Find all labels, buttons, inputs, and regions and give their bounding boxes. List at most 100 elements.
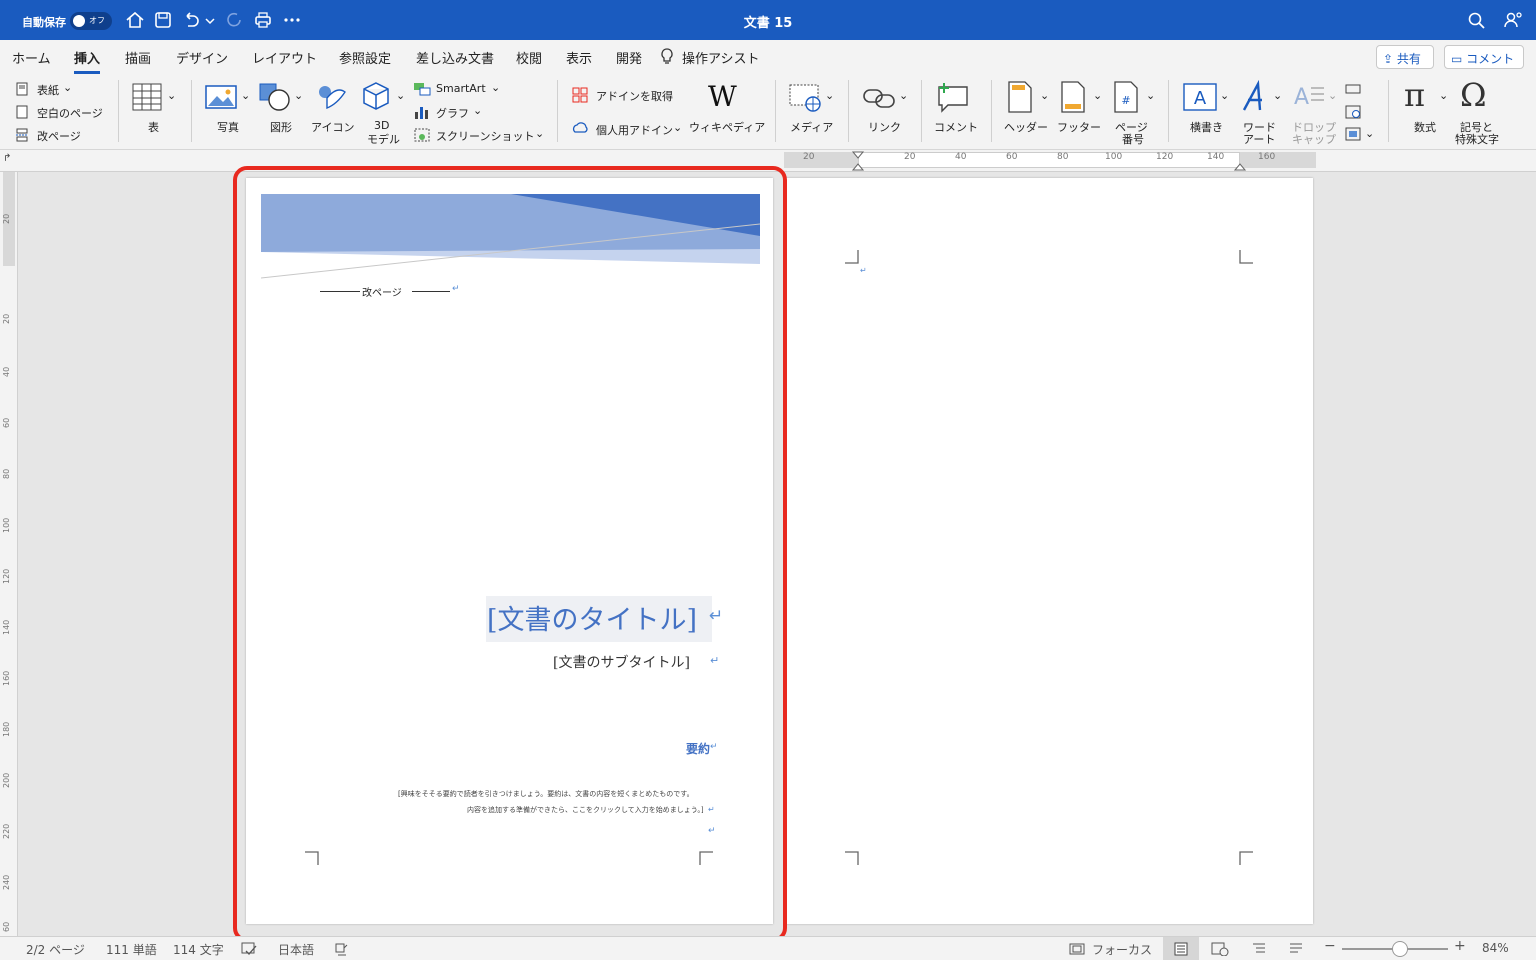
equation-icon[interactable]: π xyxy=(1404,76,1425,114)
zoom-in-button[interactable]: + xyxy=(1454,938,1466,954)
textbox-dropdown-icon[interactable]: ⌄ xyxy=(1220,89,1229,102)
more-icon[interactable] xyxy=(281,10,303,30)
link-icon[interactable] xyxy=(862,84,896,112)
textbox-icon[interactable]: A xyxy=(1182,82,1218,112)
picture-icon[interactable] xyxy=(205,84,237,112)
print-icon[interactable] xyxy=(252,10,274,30)
screenshot-button[interactable]: スクリーンショット xyxy=(436,128,534,144)
page-number-icon[interactable]: # xyxy=(1112,80,1140,114)
tab-review[interactable]: 校閲 xyxy=(516,48,542,67)
ruler-tick: 140 xyxy=(1207,152,1225,162)
ruler-tick: 120 xyxy=(2,568,11,584)
picture-dropdown-icon[interactable]: ⌄ xyxy=(241,89,250,102)
media-dropdown-icon[interactable]: ⌄ xyxy=(825,89,834,102)
link-dropdown-icon[interactable]: ⌄ xyxy=(899,89,908,102)
page-2[interactable]: ↵ xyxy=(786,178,1313,924)
tab-layout[interactable]: レイアウト xyxy=(252,48,317,67)
tab-developer[interactable]: 開発 xyxy=(616,48,642,67)
cover-page-button[interactable]: 表紙 xyxy=(37,82,59,98)
shapes-dropdown-icon[interactable]: ⌄ xyxy=(294,89,303,102)
undo-icon[interactable] xyxy=(180,10,202,30)
chart-dropdown-icon[interactable]: ⌄ xyxy=(473,104,482,117)
drop-cap-dropdown-icon[interactable]: ⌄ xyxy=(1328,89,1337,102)
shapes-icon[interactable] xyxy=(259,82,291,112)
3d-model-icon[interactable] xyxy=(360,80,392,112)
right-indent-marker-icon[interactable] xyxy=(1234,150,1246,172)
autosave-toggle[interactable]: オフ xyxy=(70,12,112,30)
save-icon[interactable] xyxy=(152,10,174,30)
home-icon[interactable] xyxy=(124,10,146,30)
textbox-label: 横書き xyxy=(1190,121,1223,134)
ruler-tick: 120 xyxy=(1156,152,1174,162)
smartart-button[interactable]: SmartArt xyxy=(436,82,486,95)
page-count[interactable]: 2/2 ページ xyxy=(26,941,85,958)
vertical-ruler[interactable]: 20 20 40 60 80 100 120 140 160 180 200 2… xyxy=(0,172,18,936)
wikipedia-icon[interactable]: W xyxy=(708,80,737,113)
zoom-out-button[interactable]: − xyxy=(1324,938,1336,954)
blank-page-button[interactable]: 空白のページ xyxy=(37,105,103,121)
page-break-button[interactable]: 改ページ xyxy=(37,128,81,144)
redo-icon[interactable] xyxy=(224,10,246,30)
zoom-level[interactable]: 84% xyxy=(1482,941,1509,955)
search-icon[interactable] xyxy=(1466,10,1488,30)
screenshot-dropdown-icon[interactable]: ⌄ xyxy=(535,127,544,140)
equation-dropdown-icon[interactable]: ⌄ xyxy=(1439,89,1448,102)
proofing-icon[interactable] xyxy=(241,942,257,956)
language-indicator[interactable]: 日本語 xyxy=(278,941,314,958)
tab-references[interactable]: 参照設定 xyxy=(339,48,391,67)
tab-design[interactable]: デザイン xyxy=(176,48,228,67)
my-addins-dropdown-icon[interactable]: ⌄ xyxy=(673,121,682,134)
screenshot-icon xyxy=(414,128,430,142)
tab-insert[interactable]: 挿入 xyxy=(74,48,101,74)
tab-stop-selector[interactable]: ↱ xyxy=(3,153,11,164)
table-dropdown-icon[interactable]: ⌄ xyxy=(167,89,176,102)
tab-view[interactable]: 表示 xyxy=(566,48,592,67)
blank-page-icon xyxy=(16,105,28,119)
signature-line-icon[interactable] xyxy=(1344,82,1362,96)
3d-model-dropdown-icon[interactable]: ⌄ xyxy=(396,89,405,102)
separator xyxy=(991,80,992,142)
wordart-dropdown-icon[interactable]: ⌄ xyxy=(1273,89,1282,102)
icons-icon[interactable] xyxy=(315,82,347,112)
object-dropdown-icon[interactable]: ⌄ xyxy=(1365,127,1374,140)
drop-cap-icon[interactable]: A xyxy=(1292,80,1326,114)
tell-me-assist[interactable]: 操作アシスト xyxy=(682,48,759,67)
tab-home[interactable]: ホーム xyxy=(12,48,51,67)
accessibility-icon[interactable] xyxy=(334,942,348,956)
focus-button[interactable]: フォーカス xyxy=(1092,941,1152,958)
date-time-icon[interactable] xyxy=(1344,104,1362,120)
tab-draw[interactable]: 描画 xyxy=(125,48,151,67)
cover-dropdown-icon[interactable]: ⌄ xyxy=(63,81,72,94)
word-count[interactable]: 111 単語 xyxy=(106,941,157,958)
zoom-slider-knob[interactable] xyxy=(1392,941,1409,957)
my-addins-button[interactable]: 個人用アドイン xyxy=(596,122,673,138)
outline-view-icon[interactable] xyxy=(1251,942,1267,956)
draft-view-icon[interactable] xyxy=(1288,942,1304,956)
focus-icon[interactable] xyxy=(1069,943,1085,955)
indent-marker-icon[interactable] xyxy=(852,150,864,172)
comments-button[interactable]: ▭ コメント xyxy=(1444,45,1524,69)
web-layout-icon[interactable] xyxy=(1211,942,1229,956)
character-count[interactable]: 114 文字 xyxy=(173,941,224,958)
get-addins-button[interactable]: アドインを取得 xyxy=(596,88,673,104)
smartart-dropdown-icon[interactable]: ⌄ xyxy=(491,81,500,94)
header-dropdown-icon[interactable]: ⌄ xyxy=(1040,89,1049,102)
tab-mailings[interactable]: 差し込み文書 xyxy=(416,48,494,67)
page-number-dropdown-icon[interactable]: ⌄ xyxy=(1146,89,1155,102)
omega-symbol-icon[interactable]: Ω xyxy=(1460,76,1487,114)
print-layout-icon[interactable] xyxy=(1173,942,1189,956)
object-icon[interactable] xyxy=(1344,126,1362,142)
share-button[interactable]: ⇪ 共有 xyxy=(1376,45,1434,69)
wordart-icon[interactable] xyxy=(1240,80,1272,114)
undo-dropdown-icon[interactable] xyxy=(203,10,217,30)
account-icon[interactable] xyxy=(1502,10,1524,30)
header-icon[interactable] xyxy=(1006,80,1034,114)
media-label: メディア xyxy=(790,121,834,134)
new-comment-icon[interactable] xyxy=(936,81,970,113)
footer-icon[interactable] xyxy=(1059,80,1087,114)
table-icon[interactable] xyxy=(132,82,162,112)
media-icon[interactable] xyxy=(789,82,823,114)
chart-button[interactable]: グラフ xyxy=(436,105,469,121)
return-mark: ↵ xyxy=(860,266,867,275)
footer-dropdown-icon[interactable]: ⌄ xyxy=(1093,89,1102,102)
